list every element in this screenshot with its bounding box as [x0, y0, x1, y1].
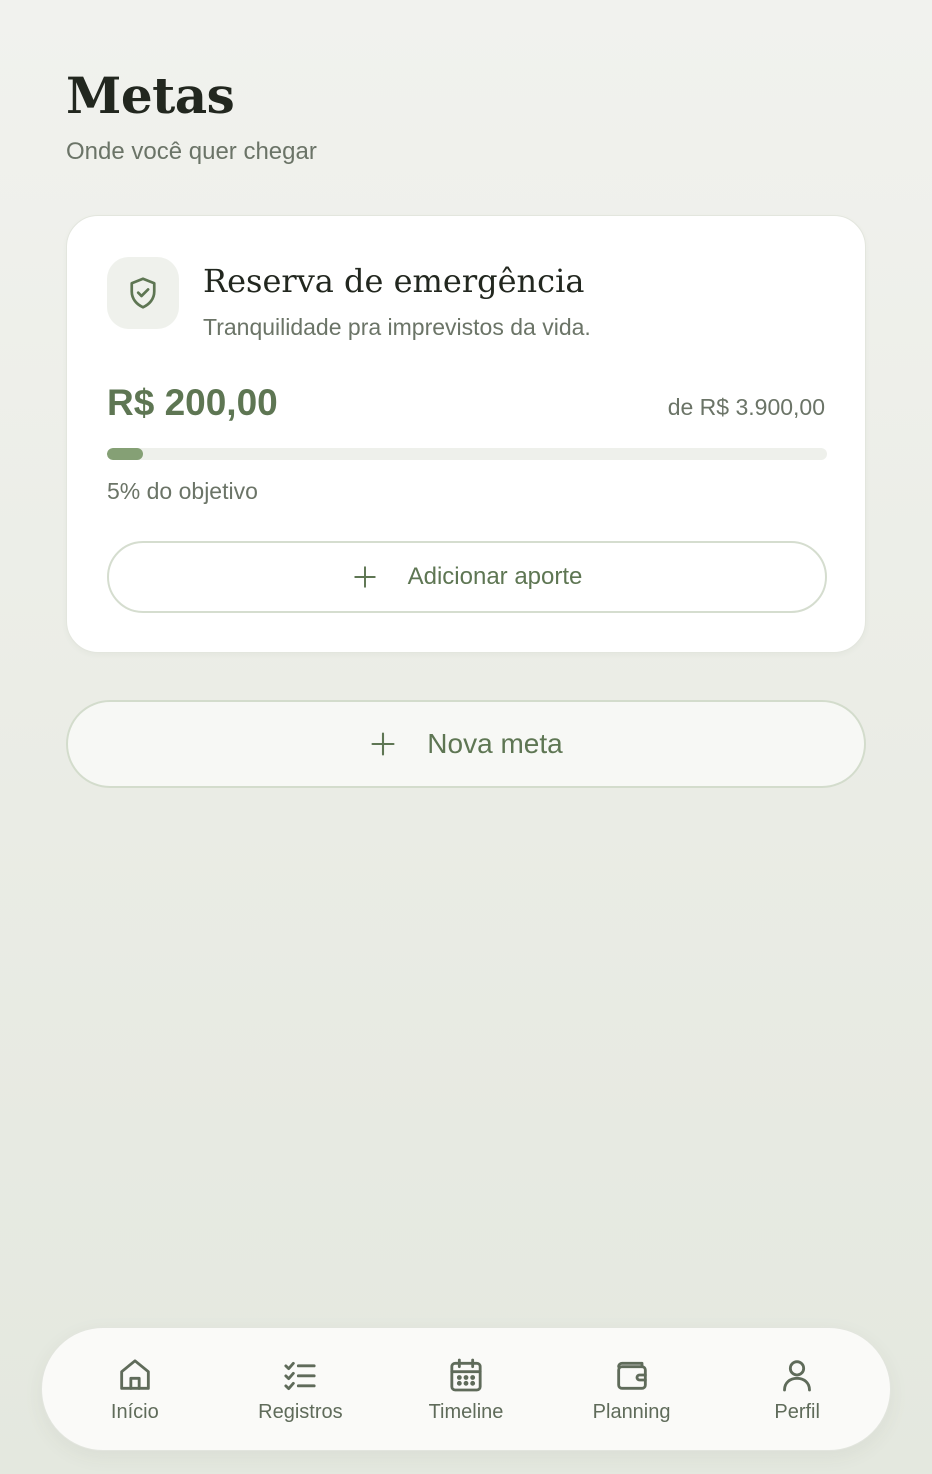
shield-check-icon [125, 275, 161, 311]
plus-icon [352, 564, 378, 590]
nav-label-inicio: Início [110, 1400, 159, 1423]
bottom-navigation: Início Registros Timeline Planning Perfi… [41, 1327, 891, 1451]
goal-card: Reserva de emergência Tranquilidade pra … [66, 215, 866, 653]
nav-item-inicio[interactable]: Início [60, 1355, 210, 1424]
nav-item-planning[interactable]: Planning [557, 1355, 707, 1424]
add-contribution-label: Adicionar aporte [407, 563, 583, 590]
add-contribution-button[interactable]: Adicionar aporte [107, 541, 827, 613]
new-goal-button[interactable]: Nova meta [66, 700, 866, 788]
home-icon [115, 1355, 155, 1395]
goal-progress-label: 5% do objetivo [107, 478, 258, 504]
page-subtitle: Onde você quer chegar [66, 138, 317, 165]
wallet-icon [612, 1355, 652, 1395]
user-icon [777, 1355, 817, 1395]
goal-icon-container [107, 257, 179, 329]
nav-label-registros: Registros [258, 1400, 343, 1423]
page-title: Metas [66, 66, 235, 125]
goal-target-amount: de R$ 3.900,00 [667, 394, 825, 420]
nav-label-perfil: Perfil [774, 1400, 820, 1423]
nav-item-registros[interactable]: Registros [225, 1355, 375, 1424]
nav-item-timeline[interactable]: Timeline [391, 1355, 541, 1424]
nav-item-perfil[interactable]: Perfil [722, 1355, 872, 1424]
goal-description: Tranquilidade pra imprevistos da vida. [203, 314, 591, 340]
goal-title: Reserva de emergência [203, 262, 585, 300]
new-goal-label: Nova meta [427, 728, 563, 759]
goal-progress-bar [107, 448, 827, 460]
checklist-icon [280, 1355, 320, 1395]
plus-icon [369, 730, 397, 758]
nav-label-timeline: Timeline [428, 1400, 504, 1423]
goal-current-amount: R$ 200,00 [107, 382, 278, 423]
calendar-icon [446, 1355, 486, 1395]
nav-label-planning: Planning [592, 1400, 671, 1423]
goal-progress-fill [107, 448, 143, 460]
